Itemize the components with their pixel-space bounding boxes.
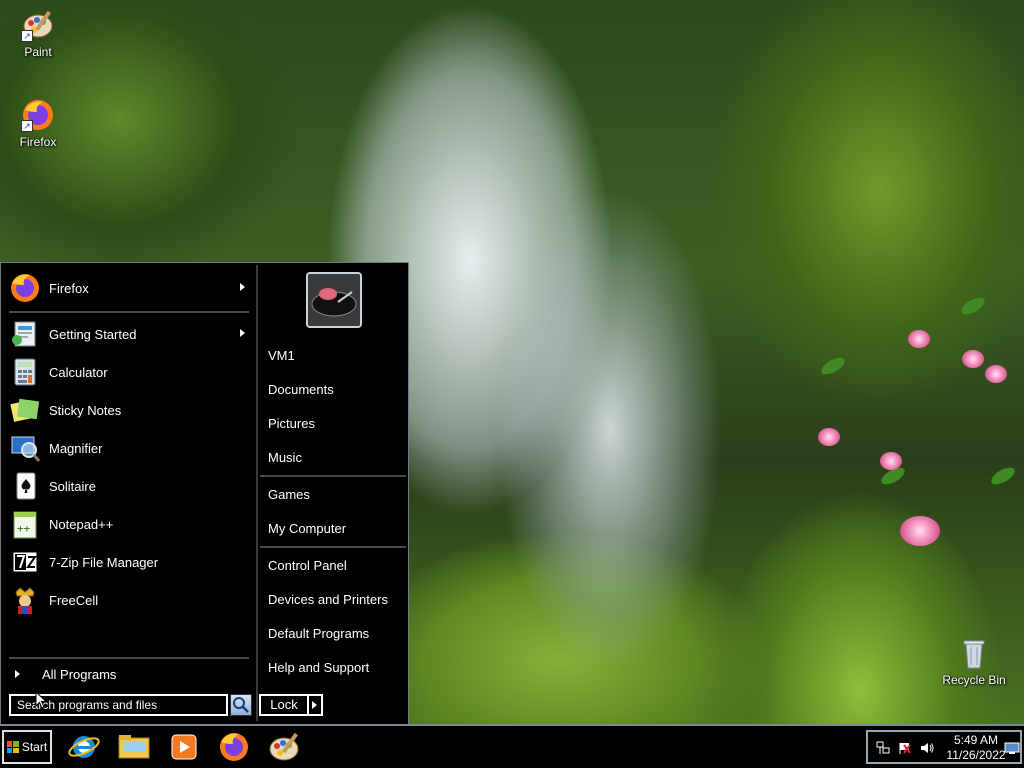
internet-explorer-icon [68,736,100,758]
start-menu-places-pane: VM1 Documents Pictures Music Games My Co… [256,265,407,721]
start-right-item-music[interactable]: Music [268,447,406,469]
start-item-label: Getting Started [49,326,137,342]
start-right-item-help[interactable]: Help and Support [268,657,406,679]
wallpaper-flower [908,330,930,348]
magnifier-icon [9,432,41,464]
separator [9,657,249,659]
firefox-icon [9,272,41,304]
start-item-calculator[interactable]: Calculator [9,354,249,390]
submenu-arrow-icon [240,283,245,291]
volume-icon[interactable] [920,741,934,755]
firefox-icon: ↗ [21,98,55,132]
start-right-item-computer[interactable]: My Computer [268,518,406,540]
desktop-icon-recycle-bin[interactable]: Recycle Bin [936,636,1012,687]
shortcut-arrow-icon: ↗ [21,120,33,132]
start-button[interactable]: Start [2,730,52,764]
start-item-label: Magnifier [49,440,103,456]
start-item-firefox[interactable]: Firefox [9,270,249,306]
start-menu-programs-pane: Firefox Getting Started Calculator Stick… [3,265,254,721]
taskbar-internet-explorer[interactable] [66,730,102,764]
submenu-arrow-icon [240,329,245,337]
start-right-item-documents[interactable]: Documents [268,379,406,401]
start-right-item-games[interactable]: Games [268,484,406,506]
seven-zip-icon [9,546,41,578]
start-right-item-pictures[interactable]: Pictures [268,413,406,435]
all-programs-label: All Programs [42,666,117,682]
all-programs-button[interactable]: All Programs [9,663,249,685]
start-item-label: Firefox [49,280,89,296]
desktop-icon-label: Firefox [19,135,57,149]
paint-icon [269,732,299,761]
desktop-icon-firefox[interactable]: ↗ Firefox [0,98,76,149]
svg-text:++: ++ [17,522,31,535]
desktop-icon-label: Paint [24,45,52,59]
separator [260,546,406,548]
start-item-label: Notepad++ [49,516,114,532]
wallpaper-flower [900,516,940,546]
start-item-label: Sticky Notes [49,402,122,418]
windows-logo-icon [6,741,19,753]
turntable-icon [308,274,360,326]
system-tray: 5:49 AM 11/26/2022 [866,730,1022,764]
start-item-getting-started[interactable]: Getting Started [9,316,249,352]
desktop-icon-label: Recycle Bin [942,673,1006,687]
taskbar-firefox[interactable] [216,730,252,764]
start-item-notepad-plus-plus[interactable]: ++ Notepad++ [9,506,249,542]
sticky-notes-icon [9,394,41,426]
shortcut-arrow-icon: ↗ [21,30,33,42]
start-item-magnifier[interactable]: Magnifier [9,430,249,466]
start-item-label: Calculator [49,364,108,380]
start-item-label: FreeCell [49,592,99,608]
network-icon[interactable] [876,741,890,755]
show-desktop-icon[interactable] [1004,741,1020,755]
wallpaper-leaf [818,354,848,378]
start-item-label: 7-Zip File Manager [49,554,159,570]
taskbar-media-player[interactable] [166,730,202,764]
desktop-icon-paint[interactable]: ↗ Paint [0,8,76,59]
wallpaper-flower [818,428,840,446]
start-right-item-control-panel[interactable]: Control Panel [268,555,406,577]
separator [9,311,249,313]
getting-started-icon [9,318,41,350]
notepad-plus-plus-icon: ++ [9,508,41,540]
start-item-freecell[interactable]: FreeCell [9,582,249,618]
start-item-7zip[interactable]: 7-Zip File Manager [9,544,249,580]
wallpaper-leaf [958,294,988,318]
start-menu: Firefox Getting Started Calculator Stick… [0,262,409,724]
file-explorer-icon [118,735,150,759]
media-player-icon [171,734,197,760]
clock-date[interactable]: 11/26/2022 [944,748,1008,762]
action-center-flag-icon[interactable] [898,741,912,755]
start-right-item-user[interactable]: VM1 [268,345,406,367]
mouse-pointer-icon [35,691,47,709]
calculator-icon [9,356,41,388]
freecell-icon [9,584,41,616]
firefox-icon [220,733,248,761]
recycle-bin-icon [957,636,991,670]
taskbar-paint[interactable] [266,730,302,764]
search-icon [233,697,249,713]
user-picture[interactable] [306,272,362,328]
lock-button[interactable]: Lock [259,694,309,716]
taskbar-file-explorer[interactable] [116,730,152,764]
wallpaper-flower [962,350,984,368]
start-button-label: Start [21,740,48,754]
start-item-solitaire[interactable]: Solitaire [9,468,249,504]
clock-time[interactable]: 5:49 AM [944,733,1008,747]
start-right-item-default-programs[interactable]: Default Programs [268,623,406,645]
lock-options-arrow[interactable] [309,694,323,716]
taskbar: Start 5:49 AM 11/26/2022 [0,724,1024,768]
paint-icon: ↗ [21,8,55,42]
separator [260,475,406,477]
wallpaper-leaf [988,464,1018,488]
search-button[interactable] [230,694,252,716]
wallpaper-flower [880,452,902,470]
start-right-item-devices[interactable]: Devices and Printers [268,589,406,611]
start-item-label: Solitaire [49,478,96,494]
start-item-sticky-notes[interactable]: Sticky Notes [9,392,249,428]
solitaire-icon [9,470,41,502]
wallpaper-flower [985,365,1007,383]
all-programs-arrow-icon [15,670,20,678]
